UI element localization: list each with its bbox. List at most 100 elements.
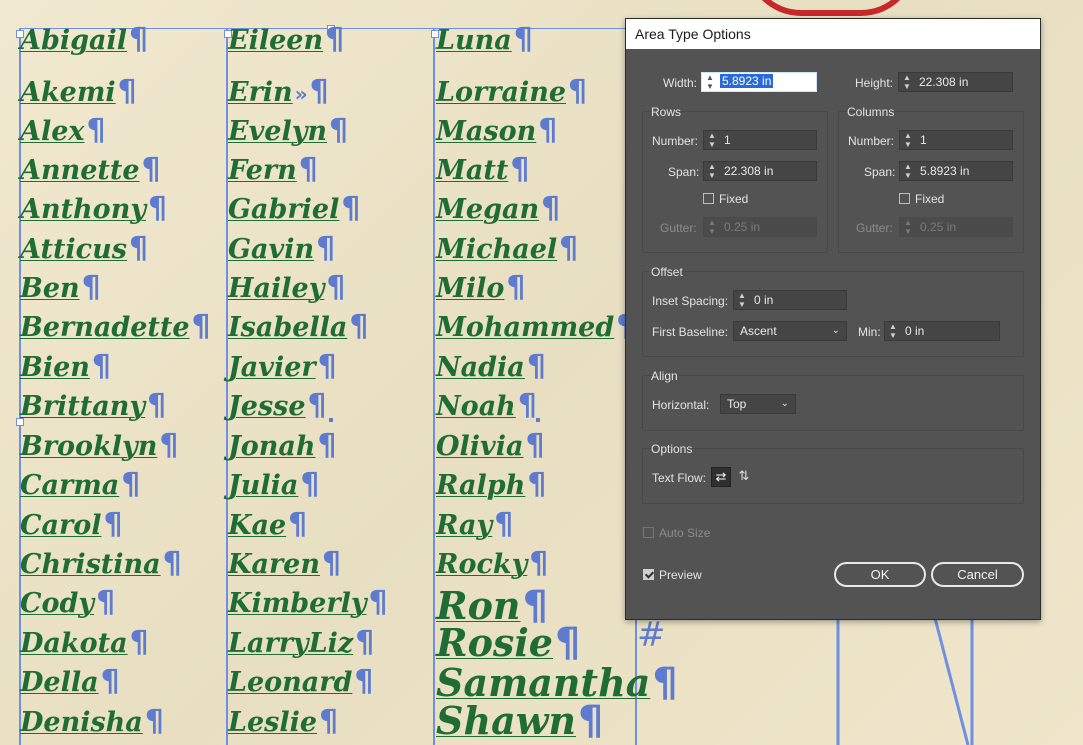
- height-field[interactable]: ▲ ▼ 22.308 in: [898, 72, 1013, 92]
- name-line[interactable]: Shawn¶: [436, 700, 604, 743]
- name-line[interactable]: Matt¶: [436, 154, 529, 187]
- name-line[interactable]: Mason¶: [436, 115, 557, 148]
- columns-fixed-checkbox[interactable]: [899, 193, 910, 204]
- rows-span-stepper-icon[interactable]: ▲ ▼: [704, 162, 720, 180]
- min-field[interactable]: ▲ ▼ 0 in: [884, 321, 1000, 341]
- name-line[interactable]: Kae¶: [228, 509, 307, 542]
- name-line[interactable]: Anthony¶: [20, 193, 167, 226]
- name-line[interactable]: Rosie¶: [436, 622, 580, 665]
- name-line[interactable]: Cody¶: [20, 587, 115, 620]
- columns-number-field[interactable]: ▲ ▼ 1: [899, 130, 1013, 150]
- name-line[interactable]: Carol¶: [20, 509, 123, 542]
- width-stepper-icon[interactable]: ▲ ▼: [702, 73, 718, 91]
- name-text: Brooklyn: [20, 431, 158, 462]
- pilcrow-icon: ¶: [319, 704, 339, 739]
- text-flow-rows-icon[interactable]: ⇄: [711, 467, 731, 487]
- name-line[interactable]: Ray¶: [436, 509, 513, 542]
- name-line[interactable]: Abigail¶: [20, 24, 148, 57]
- min-stepper-icon[interactable]: ▲ ▼: [885, 322, 901, 340]
- name-line[interactable]: Leonard¶: [228, 666, 374, 699]
- name-line[interactable]: Atticus¶: [20, 233, 148, 266]
- ok-button[interactable]: OK: [834, 562, 926, 587]
- name-text: Javier: [228, 352, 316, 383]
- name-line[interactable]: Brittany¶: [20, 390, 166, 423]
- name-line[interactable]: Christina¶: [20, 548, 182, 581]
- name-line[interactable]: Eileen¶: [228, 24, 344, 57]
- name-line[interactable]: Fern¶: [228, 154, 318, 187]
- horizontal-align-value: Top: [727, 397, 747, 411]
- name-line[interactable]: Annette¶: [20, 154, 161, 187]
- name-line[interactable]: LarryLiz¶: [228, 627, 374, 660]
- name-text: Ben: [20, 273, 80, 304]
- name-line[interactable]: Noah¶: [436, 390, 537, 423]
- name-line[interactable]: Brooklyn¶: [20, 430, 178, 463]
- pilcrow-icon: ¶: [568, 74, 588, 109]
- pilcrow-icon: ¶: [355, 625, 375, 660]
- name-line[interactable]: Kimberly¶: [228, 587, 388, 620]
- name-line[interactable]: Alex¶: [20, 115, 106, 148]
- name-text: Gavin: [228, 234, 315, 265]
- name-line[interactable]: Megan¶: [436, 193, 560, 226]
- horizontal-align-select[interactable]: Top ⌄: [720, 394, 796, 414]
- name-line[interactable]: Rocky¶: [436, 548, 548, 581]
- rows-fixed-checkbox[interactable]: [703, 193, 714, 204]
- name-text: Annette: [20, 155, 140, 186]
- name-line[interactable]: Bien¶: [20, 351, 111, 384]
- pilcrow-icon: ¶: [513, 22, 533, 57]
- pilcrow-icon: ¶: [307, 388, 327, 423]
- min-value: 0 in: [905, 324, 925, 338]
- name-line[interactable]: Karen¶: [228, 548, 341, 581]
- text-flow-columns-icon[interactable]: ⇅: [734, 467, 754, 487]
- columns-number-stepper-icon[interactable]: ▲ ▼: [900, 131, 916, 149]
- name-text: Leslie: [228, 707, 318, 738]
- name-line[interactable]: Olivia¶: [436, 430, 545, 463]
- height-stepper-icon[interactable]: ▲ ▼: [899, 73, 915, 91]
- name-line[interactable]: Isabella¶: [228, 311, 368, 344]
- name-line[interactable]: Leslie¶: [228, 706, 338, 739]
- name-line[interactable]: Ralph¶: [436, 469, 546, 502]
- name-text: Dakota: [20, 628, 128, 659]
- pilcrow-icon: ¶: [525, 428, 545, 463]
- columns-heading: Columns: [847, 105, 895, 119]
- inset-spacing-field[interactable]: ▲ ▼ 0 in: [733, 290, 847, 310]
- width-field[interactable]: ▲ ▼ 5.8923 in: [701, 72, 817, 92]
- name-line[interactable]: Dakota¶: [20, 627, 149, 660]
- pilcrow-icon: ¶: [128, 231, 149, 266]
- name-line[interactable]: Bernadette¶: [20, 311, 211, 344]
- name-line[interactable]: Milo¶: [436, 272, 526, 305]
- name-line[interactable]: Lorraine¶: [436, 76, 587, 109]
- first-baseline-select[interactable]: Ascent ⌄: [733, 321, 847, 341]
- name-line[interactable]: Carma¶: [20, 469, 140, 502]
- name-line[interactable]: Gavin¶: [228, 233, 335, 266]
- preview-checkbox[interactable]: [643, 569, 654, 580]
- pilcrow-icon: ¶: [529, 546, 549, 581]
- name-line[interactable]: Luna¶: [436, 24, 533, 57]
- name-line[interactable]: Erin »¶: [228, 76, 329, 110]
- name-line[interactable]: Javier¶: [228, 351, 337, 384]
- name-line[interactable]: Della¶: [20, 666, 120, 699]
- name-line[interactable]: Denisha¶: [20, 706, 164, 739]
- name-line[interactable]: Julia¶: [228, 469, 320, 502]
- pilcrow-icon: ¶: [510, 152, 530, 187]
- name-line[interactable]: Akemi¶: [20, 76, 137, 109]
- rows-number-field[interactable]: ▲ ▼ 1: [703, 130, 817, 150]
- columns-span-field[interactable]: ▲ ▼ 5.8923 in: [899, 161, 1013, 181]
- rows-span-field[interactable]: ▲ ▼ 22.308 in: [703, 161, 817, 181]
- name-line[interactable]: Jonah¶: [228, 430, 337, 463]
- columns-span-stepper-icon[interactable]: ▲ ▼: [900, 162, 916, 180]
- name-text: Carol: [20, 510, 102, 541]
- auto-size-label: Auto Size: [659, 526, 711, 540]
- name-line[interactable]: Gabriel¶: [228, 193, 360, 226]
- name-line[interactable]: Jesse¶: [228, 390, 327, 423]
- name-line[interactable]: Nadia¶: [436, 351, 546, 384]
- name-line[interactable]: Michael¶: [436, 233, 578, 266]
- name-line[interactable]: Hailey¶: [228, 272, 345, 305]
- cancel-button[interactable]: Cancel: [931, 562, 1024, 587]
- name-line[interactable]: Evelyn¶: [228, 115, 348, 148]
- rows-gutter-field: ▲ ▼ 0.25 in: [703, 217, 817, 237]
- name-line[interactable]: Ben¶: [20, 272, 101, 305]
- name-line[interactable]: Mohammed¶: [436, 311, 635, 344]
- offset-group: [642, 271, 1024, 357]
- inset-stepper-icon[interactable]: ▲ ▼: [734, 291, 750, 309]
- rows-number-stepper-icon[interactable]: ▲ ▼: [704, 131, 720, 149]
